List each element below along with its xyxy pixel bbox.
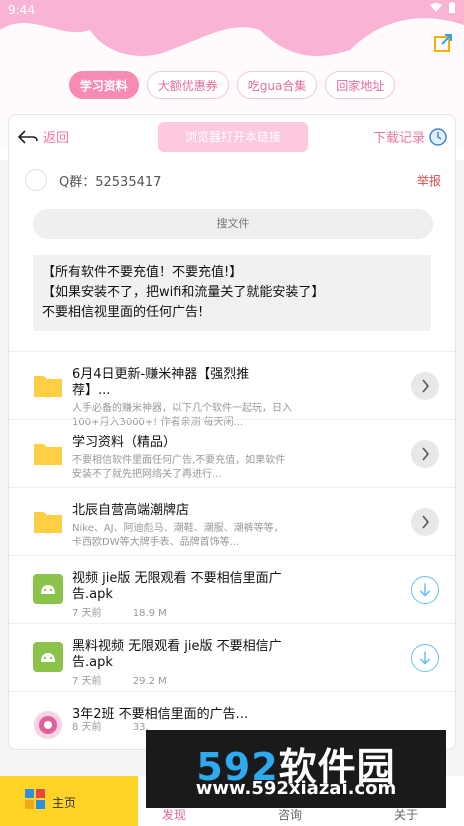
file-description: Nike、AJ、阿迪彪马、潮鞋、潮服、潮裤等等，卡西欧DW等大牌手表、品牌首饰等… bbox=[72, 523, 284, 548]
nav-home-label: 主页 bbox=[52, 796, 77, 810]
chevron-right-icon[interactable] bbox=[411, 508, 439, 536]
nav-about[interactable]: 关于 bbox=[394, 806, 418, 823]
list-item[interactable]: 学习资料（精品） 不要相信软件里面任何广告,不要充值，如果软件安装不了就先把网络… bbox=[9, 419, 455, 487]
list-item[interactable]: 视频 jie版 无限观看 不要相信里面广告.apk 7 天前 18.9 M bbox=[9, 555, 455, 623]
folder-icon bbox=[34, 376, 62, 397]
list-item[interactable]: 北辰自营高端潮牌店 Nike、AJ、阿迪彪马、潮鞋、潮服、潮裤等等，卡西欧DW等… bbox=[9, 487, 455, 555]
tab-study-materials[interactable]: 学习资料 bbox=[68, 71, 139, 99]
share-icon[interactable] bbox=[432, 32, 454, 54]
file-title: 学习资料（精品） bbox=[72, 435, 177, 450]
watermark: 592软件园 www.592xiazai.com bbox=[146, 730, 446, 808]
search-input[interactable]: 搜文件 bbox=[33, 209, 433, 239]
clock-icon bbox=[429, 127, 447, 146]
file-size: 18.9 M bbox=[132, 608, 167, 619]
notice-line-2: 【如果安装不了，把wifi和流量关了就能安装了】 bbox=[42, 285, 325, 300]
nav-consult[interactable]: 咨询 bbox=[278, 806, 302, 823]
file-meta: 7 天前 29.2 M bbox=[72, 672, 195, 687]
folder-icon bbox=[34, 444, 62, 465]
back-label: 返回 bbox=[43, 131, 70, 146]
notice-line-1: 【所有软件不要充值！不要充值!】 bbox=[42, 265, 243, 280]
file-time: 7 天前 bbox=[72, 608, 102, 619]
download-label: 下载记录 bbox=[372, 131, 425, 146]
android-icon bbox=[33, 574, 63, 604]
file-time: 7 天前 bbox=[72, 676, 102, 687]
file-time: 8 天前 bbox=[72, 722, 102, 733]
chevron-right-icon[interactable] bbox=[411, 372, 439, 400]
list-item[interactable]: 6月4日更新-赚米神器【强烈推荐】... 人手必备的赚米神器，以下几个软件一起玩… bbox=[9, 351, 455, 428]
tab-home-address[interactable]: 回家地址 bbox=[325, 71, 396, 99]
back-button[interactable]: 返回 bbox=[17, 127, 69, 146]
category-tabs: 学习资料 大额优惠券 吃gua合集 回家地址 bbox=[0, 71, 464, 99]
download-icon[interactable] bbox=[411, 644, 439, 672]
nav-discover[interactable]: 发现 bbox=[162, 806, 186, 823]
tab-gossip[interactable]: 吃gua合集 bbox=[236, 71, 318, 99]
qq-group-text: Q群：52535417 bbox=[59, 175, 162, 190]
back-arrow-icon bbox=[17, 129, 38, 144]
file-size: 29.2 M bbox=[132, 676, 167, 687]
content-card: 返回 浏览器打开本链接 下载记录 Q群：52535417 举报 搜文件 【所有软… bbox=[8, 114, 456, 750]
notice-line-3: 不要相信视里面的任何广告! bbox=[42, 305, 204, 320]
group-info-row: Q群：52535417 举报 bbox=[9, 167, 455, 195]
list-item[interactable]: 黑料视频 无限观看 jie版 不要相信广告.apk 7 天前 29.2 M bbox=[9, 623, 455, 691]
notice-box: 【所有软件不要充值！不要充值!】 【如果安装不了，把wifi和流量关了就能安装了… bbox=[33, 255, 431, 331]
wifi-icon bbox=[430, 3, 442, 12]
report-button[interactable]: 举报 bbox=[417, 172, 441, 189]
file-title: 视频 jie版 无限观看 不要相信里面广告.apk bbox=[72, 571, 282, 602]
download-records-button[interactable]: 下载记录 bbox=[373, 127, 447, 146]
watermark-url: www.592xiazai.com bbox=[195, 778, 397, 799]
nav-home-button[interactable]: 主页 bbox=[0, 776, 138, 826]
status-time: 9:44 bbox=[8, 3, 35, 17]
app-icon bbox=[34, 711, 62, 739]
nav-row: 返回 浏览器打开本链接 下载记录 bbox=[9, 119, 455, 153]
folder-icon bbox=[34, 512, 62, 533]
battery-icon bbox=[449, 2, 455, 13]
file-title: 北辰自营高端潮牌店 bbox=[72, 503, 190, 518]
status-bar: 9:44 bbox=[0, 0, 464, 20]
download-icon[interactable] bbox=[411, 576, 439, 604]
tab-coupons[interactable]: 大额优惠券 bbox=[146, 71, 229, 99]
windows-icon bbox=[25, 789, 45, 809]
avatar bbox=[25, 169, 47, 191]
file-meta: 7 天前 18.9 M bbox=[72, 604, 195, 619]
android-icon bbox=[33, 642, 63, 672]
open-in-browser-button[interactable]: 浏览器打开本链接 bbox=[158, 122, 308, 152]
file-description: 不要相信软件里面任何广告,不要充值，如果软件安装不了就先把网络关了再进行... bbox=[72, 455, 286, 480]
file-title: 黑料视频 无限观看 jie版 不要相信广告.apk bbox=[72, 639, 282, 670]
chevron-right-icon[interactable] bbox=[411, 440, 439, 468]
file-title: 6月4日更新-赚米神器【强烈推荐】... bbox=[72, 367, 250, 398]
